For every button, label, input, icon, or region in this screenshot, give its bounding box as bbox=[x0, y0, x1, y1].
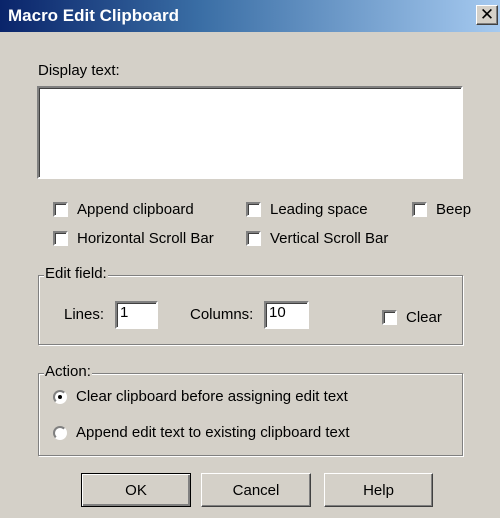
checkbox-box[interactable] bbox=[246, 202, 261, 217]
cancel-button-label: Cancel bbox=[232, 481, 280, 499]
action-group bbox=[38, 373, 463, 456]
columns-label: Columns: bbox=[190, 306, 254, 323]
append-clipboard-label: Append clipboard bbox=[77, 201, 194, 218]
action-group-label: Action: bbox=[44, 363, 92, 380]
clear-clipboard-label: Clear clipboard before assigning edit te… bbox=[76, 388, 348, 405]
lines-value: 1 bbox=[120, 304, 129, 321]
append-edit-text-radio[interactable]: Append edit text to existing clipboard t… bbox=[53, 424, 350, 441]
clear-clipboard-radio[interactable]: Clear clipboard before assigning edit te… bbox=[53, 388, 348, 405]
leading-space-label: Leading space bbox=[270, 201, 368, 218]
help-button[interactable]: Help bbox=[324, 473, 433, 507]
checkbox-box[interactable] bbox=[53, 231, 68, 246]
window-title: Macro Edit Clipboard bbox=[8, 6, 179, 25]
checkbox-box[interactable] bbox=[246, 231, 261, 246]
beep-checkbox[interactable]: Beep bbox=[412, 201, 471, 218]
vertical-scroll-bar-label: Vertical Scroll Bar bbox=[270, 230, 389, 247]
display-text-area[interactable] bbox=[37, 86, 463, 179]
ok-button-label: OK bbox=[125, 481, 147, 499]
close-icon: ✕ bbox=[479, 5, 495, 24]
checkbox-box[interactable] bbox=[53, 202, 68, 217]
radio-button[interactable] bbox=[53, 425, 67, 440]
beep-label: Beep bbox=[436, 201, 472, 218]
edit-field-group-label: Edit field: bbox=[44, 265, 108, 282]
checkbox-box[interactable] bbox=[412, 202, 427, 217]
append-edit-text-label: Append edit text to existing clipboard t… bbox=[76, 424, 350, 441]
title-bar[interactable]: Macro Edit Clipboard ✕ bbox=[0, 0, 500, 32]
columns-value: 10 bbox=[269, 304, 286, 321]
clear-label: Clear bbox=[406, 309, 442, 326]
vertical-scroll-bar-checkbox[interactable]: Vertical Scroll Bar bbox=[246, 230, 388, 247]
leading-space-checkbox[interactable]: Leading space bbox=[246, 201, 368, 218]
display-text-label: Display text: bbox=[38, 62, 120, 79]
lines-input[interactable]: 1 bbox=[115, 301, 158, 329]
help-button-label: Help bbox=[363, 481, 394, 499]
clear-checkbox[interactable]: Clear bbox=[382, 309, 442, 326]
radio-button[interactable] bbox=[53, 389, 67, 404]
close-button[interactable]: ✕ bbox=[476, 5, 498, 25]
columns-input[interactable]: 10 bbox=[264, 301, 309, 329]
horizontal-scroll-bar-label: Horizontal Scroll Bar bbox=[77, 230, 214, 247]
cancel-button[interactable]: Cancel bbox=[201, 473, 311, 507]
horizontal-scroll-bar-checkbox[interactable]: Horizontal Scroll Bar bbox=[53, 230, 214, 247]
append-clipboard-checkbox[interactable]: Append clipboard bbox=[53, 201, 194, 218]
checkbox-box[interactable] bbox=[382, 310, 397, 325]
macro-edit-clipboard-dialog: Macro Edit Clipboard ✕ Display text: App… bbox=[0, 0, 500, 518]
ok-button[interactable]: OK bbox=[81, 473, 191, 507]
lines-label: Lines: bbox=[64, 306, 105, 323]
